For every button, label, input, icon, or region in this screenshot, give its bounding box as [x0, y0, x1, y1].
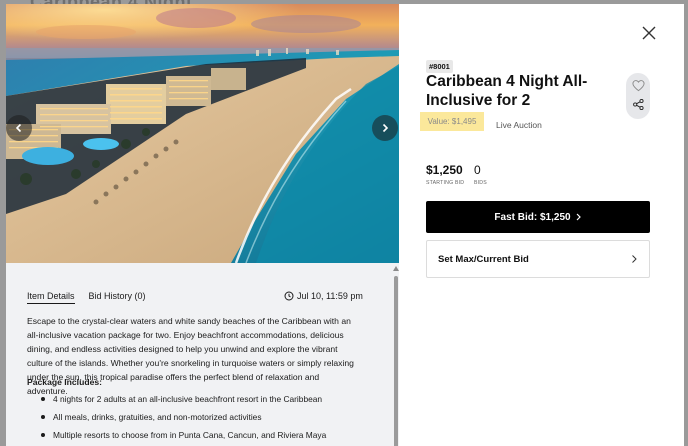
- clock-icon: [284, 291, 294, 301]
- item-photo: [6, 4, 399, 263]
- bids-label: BIDS: [474, 180, 487, 186]
- share-icon[interactable]: [633, 99, 644, 110]
- detail-tabs: Item Details Bid History (0): [27, 291, 146, 304]
- list-item: All meals, drinks, gratuities, and non-m…: [40, 412, 370, 422]
- end-time-label: Jul 10, 11:59 pm: [297, 291, 363, 301]
- starting-bid-label: STARTING BID: [426, 180, 465, 186]
- scroll-thumb[interactable]: [394, 276, 398, 446]
- set-max-bid-button[interactable]: Set Max/Current Bid: [426, 240, 650, 278]
- fast-bid-button[interactable]: Fast Bid: $1,250: [426, 201, 650, 233]
- list-item: 4 nights for 2 adults at an all-inclusiv…: [40, 394, 370, 404]
- tab-item-details[interactable]: Item Details: [27, 291, 75, 304]
- end-time: Jul 10, 11:59 pm: [284, 291, 363, 301]
- package-title: Package Includes:: [27, 377, 102, 387]
- item-value-badge: Value: $1,495: [420, 112, 484, 131]
- tab-bid-history[interactable]: Bid History (0): [89, 291, 146, 304]
- heart-icon[interactable]: [632, 79, 645, 92]
- chevron-left-icon: [15, 123, 22, 133]
- chevron-right-icon: [632, 255, 637, 263]
- carousel-prev-button[interactable]: [6, 115, 32, 141]
- carousel-next-button[interactable]: [372, 115, 398, 141]
- auction-type: Live Auction: [496, 120, 542, 130]
- chevron-right-icon: [382, 123, 389, 133]
- fast-bid-label: Fast Bid: $1,250: [494, 211, 571, 223]
- item-title: Caribbean 4 Night All-Inclusive for 2: [426, 73, 588, 109]
- chevron-right-icon: [576, 213, 581, 221]
- starting-bid-amount: $1,250: [426, 163, 463, 177]
- close-icon[interactable]: [640, 24, 658, 42]
- package-list: 4 nights for 2 adults at an all-inclusiv…: [40, 394, 370, 446]
- bids-count: 0: [474, 163, 481, 177]
- list-item: Multiple resorts to choose from in Punta…: [40, 430, 370, 440]
- set-max-bid-label: Set Max/Current Bid: [438, 253, 529, 265]
